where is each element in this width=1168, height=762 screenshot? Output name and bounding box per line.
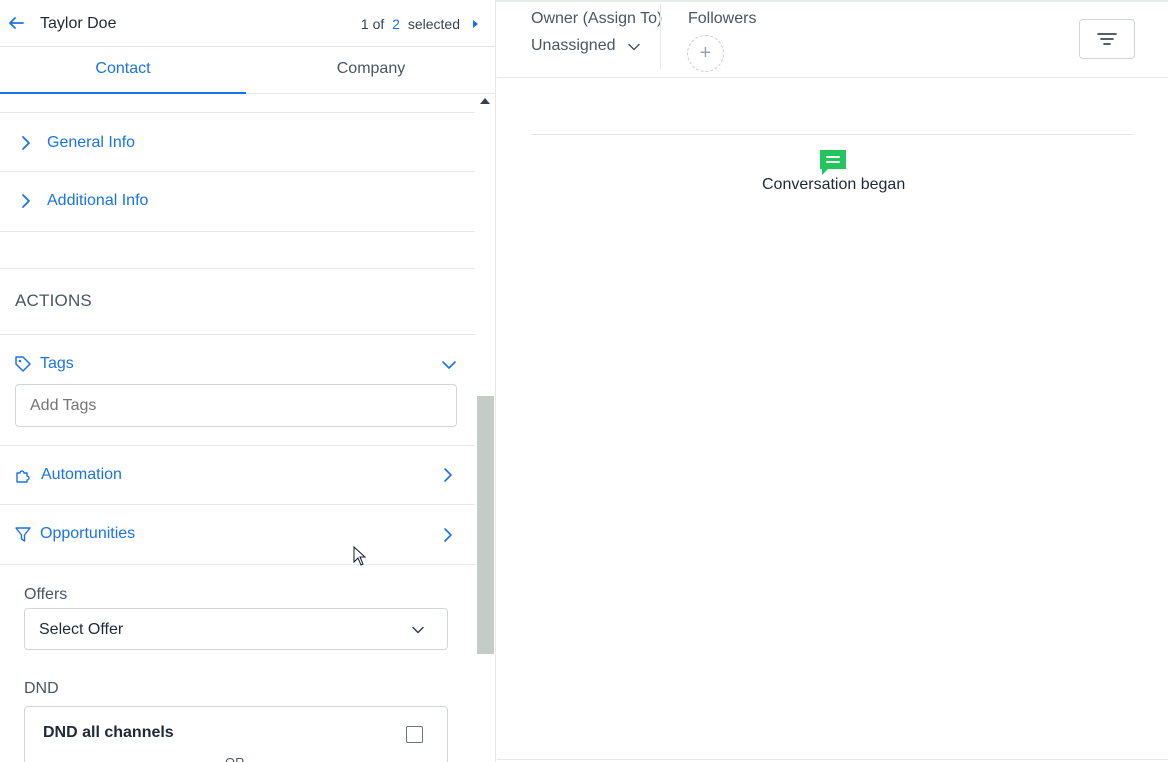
chevron-right-icon — [22, 136, 30, 150]
dnd-or-text: OR — [225, 755, 245, 762]
contact-header: Taylor Doe 1 of 2 selected — [0, 2, 495, 47]
next-contact-icon[interactable] — [470, 18, 480, 30]
chat-bubble-icon — [820, 150, 846, 175]
pager-selected: selected — [407, 16, 460, 32]
offer-select[interactable]: Select Offer — [24, 608, 448, 650]
conversation-header: Owner (Assign To) Unassigned Followers + — [497, 2, 1168, 78]
tab-bar: Contact Company — [0, 47, 495, 94]
dnd-label: DND — [24, 680, 59, 697]
contact-name: Taylor Doe — [40, 15, 117, 32]
chevron-down-icon — [412, 626, 424, 634]
conversation-began-text: Conversation began — [762, 176, 906, 193]
chevron-right-icon — [22, 194, 30, 208]
section-title-additional-info: Additional Info — [47, 192, 149, 209]
chevron-right-icon — [444, 468, 452, 482]
followers-label: Followers — [688, 10, 757, 27]
pager-text: 1 of 2 selected — [361, 16, 460, 32]
dnd-all-channels-checkbox[interactable] — [406, 726, 423, 743]
section-additional-info[interactable]: Additional Info — [0, 172, 475, 232]
section-title-automation: Automation — [41, 466, 122, 483]
back-arrow-icon[interactable] — [6, 13, 26, 33]
funnel-icon — [15, 527, 31, 542]
pager-of: of — [372, 16, 385, 32]
chevron-right-icon — [444, 528, 452, 542]
dnd-all-channels-label: DND all channels — [43, 724, 174, 741]
contact-details-panel: Taylor Doe 1 of 2 selected Contact Compa… — [0, 0, 496, 762]
dnd-box: DND all channels OR — [24, 706, 448, 762]
offer-select-value: Select Offer — [39, 621, 124, 638]
chevron-down-icon[interactable] — [627, 40, 641, 54]
filter-button[interactable] — [1079, 19, 1135, 59]
add-tags-input[interactable] — [15, 384, 457, 427]
tag-icon — [15, 356, 31, 372]
section-automation[interactable]: Automation — [0, 446, 475, 505]
section-title-tags[interactable]: Tags — [40, 355, 74, 373]
puzzle-icon — [16, 470, 30, 483]
section-title-general-info: General Info — [47, 134, 136, 151]
scroll-up-arrow-icon[interactable] — [480, 98, 490, 104]
section-general-info[interactable]: General Info — [0, 112, 475, 172]
offers-label: Offers — [24, 586, 68, 603]
owner-label: Owner (Assign To) — [531, 10, 663, 27]
chevron-down-icon[interactable] — [440, 356, 458, 374]
actions-heading: ACTIONS — [15, 291, 92, 310]
owner-select[interactable]: Unassigned — [531, 37, 616, 55]
section-title-opportunities: Opportunities — [40, 525, 136, 542]
timeline-divider — [531, 134, 1135, 135]
tab-contact[interactable]: Contact — [0, 47, 246, 94]
section-opportunities[interactable]: Opportunities — [0, 505, 475, 565]
pager-total[interactable]: 2 — [392, 16, 400, 32]
pager-current: 1 — [360, 16, 369, 32]
bottom-divider — [497, 759, 1168, 760]
filter-lines-icon — [1097, 33, 1117, 45]
mouse-cursor-icon — [353, 546, 367, 566]
header-divider — [660, 4, 661, 70]
tab-company[interactable]: Company — [248, 47, 494, 94]
add-follower-button[interactable]: + — [687, 35, 724, 72]
scrollbar-thumb[interactable] — [477, 396, 494, 654]
